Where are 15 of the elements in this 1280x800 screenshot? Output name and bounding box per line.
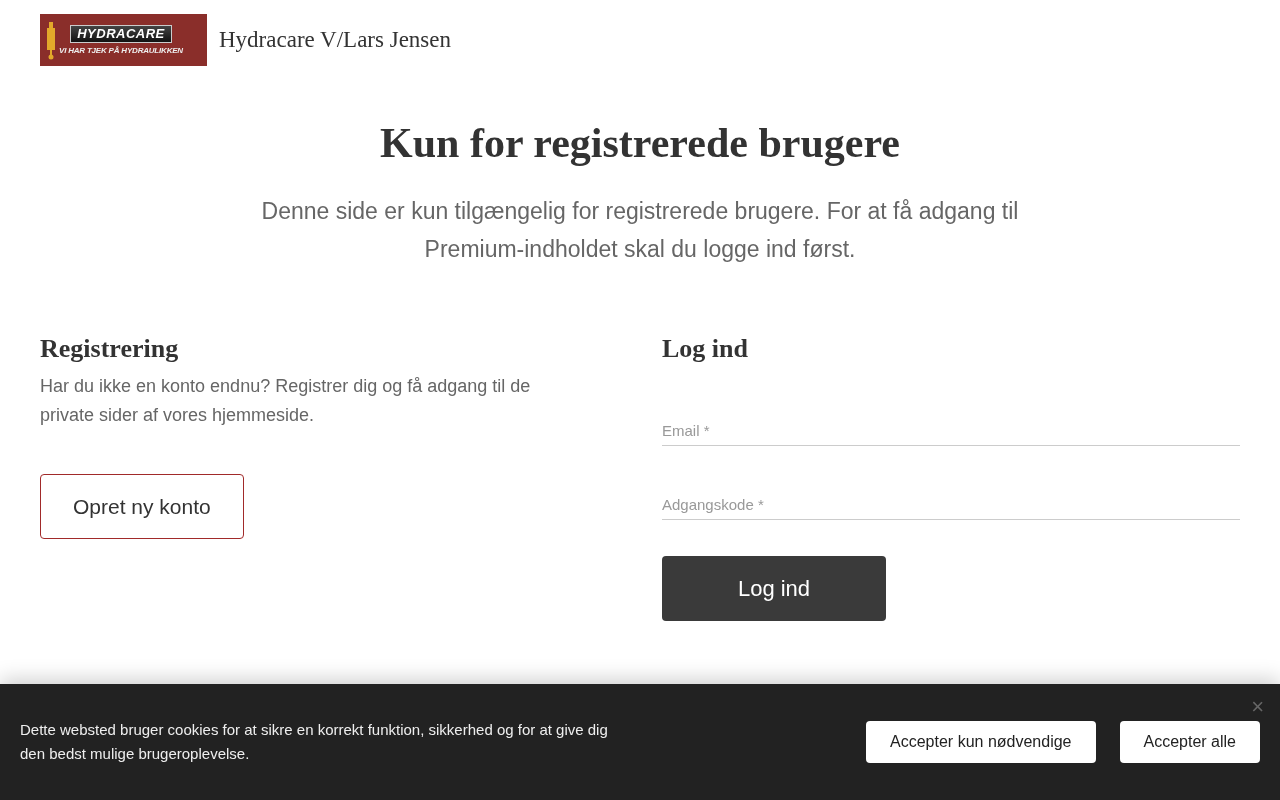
registration-heading: Registrering	[40, 334, 180, 364]
cookie-text: Dette websted bruger cookies for at sikre en korrekt funktion, sikkerhed og for at give dig den bedst mulige brugeroplevelse.	[20, 720, 609, 764]
cylinder-icon	[44, 20, 58, 60]
login-button[interactable]: Log ind	[662, 556, 886, 621]
intro-text: Denne side er kun tilgængelig for registrerede brugere. For at få adgang til Premium-indholdet skal du logge ind først.	[260, 197, 1020, 264]
cookie-button[interactable]: Accepter kun nødvendige	[866, 721, 1096, 763]
site-name[interactable]: Hydracare V/Lars Jensen	[219, 27, 452, 53]
create-account-button[interactable]: Opret ny konto	[40, 474, 244, 539]
registration-text: Har du ikke en konto endnu? Registrer dig og få adgang til de private sider af vores hjemmeside.	[40, 375, 532, 427]
cookie-button[interactable]: Accepter alle	[1119, 721, 1260, 763]
logo-tagline: VI HAR TJEK PÅ HYDRAULIKKEN	[59, 46, 183, 55]
logo-wordmark: HYDRACARE	[70, 25, 172, 43]
login-heading: Log ind	[662, 334, 749, 364]
company-logo[interactable]: HYDRACARE VI HAR TJEK PÅ HYDRAULIKKEN	[40, 14, 207, 66]
page-title: Kun for registrerede brugere	[379, 119, 901, 168]
